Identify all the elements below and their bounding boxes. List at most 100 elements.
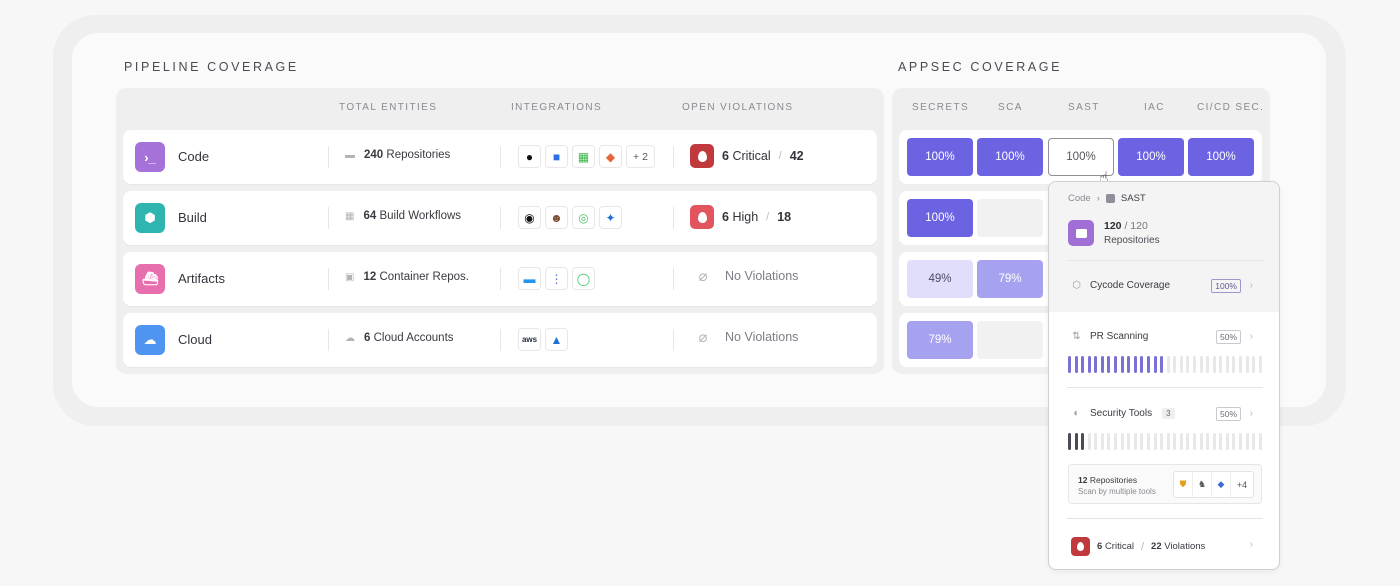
pipeline-row-code[interactable]: ›_ Code ▬ 240 Repositories ● ■ ▦ ◆ + 2 6 Critical… xyxy=(123,130,877,184)
progress-tick xyxy=(1153,356,1157,373)
sast-icon xyxy=(1105,194,1115,203)
open-violations[interactable]: 6 Critical/42 xyxy=(690,144,804,168)
chevron-right-icon[interactable]: › xyxy=(1250,539,1253,550)
divider xyxy=(500,146,501,168)
pipeline-row-cloud[interactable]: ☁ Cloud ☁ 6 Cloud Accounts aws ▲ ⌀ No Violation… xyxy=(123,313,877,367)
more-integrations-button[interactable]: + 2 xyxy=(626,145,655,168)
popover-violations-footer[interactable]: 6 Critical / 22 Violations xyxy=(1071,537,1205,556)
coverage-cell-secrets[interactable]: 79% xyxy=(907,321,973,359)
coverage-cell-sca[interactable]: 79% xyxy=(977,260,1043,298)
appsec-coverage-title: APPSEC COVERAGE xyxy=(898,60,1063,74)
progress-tick xyxy=(1179,356,1183,373)
pr-scanning-progress-bar xyxy=(1068,356,1262,373)
ship-icon: ⛴ xyxy=(135,264,165,294)
circleci-icon[interactable]: ◉ xyxy=(518,206,541,229)
teamcity-icon[interactable]: ◎ xyxy=(572,206,595,229)
pr-scanning-item[interactable]: ⇅ PR Scanning xyxy=(1071,331,1148,342)
chevron-right-icon[interactable]: › xyxy=(1250,331,1253,342)
progress-tick xyxy=(1100,356,1104,373)
repos-total: 120 xyxy=(1130,220,1148,232)
divider xyxy=(328,207,329,229)
total-entities[interactable]: ☁ 6 Cloud Accounts xyxy=(345,332,454,344)
pipeline-coverage-title: PIPELINE COVERAGE xyxy=(124,60,299,74)
cycode-coverage-value: 100% xyxy=(1211,279,1241,293)
open-violations: ⌀ No Violations xyxy=(690,266,798,286)
coverage-cell-iac[interactable]: 100% xyxy=(1118,138,1184,176)
security-tools-value: 50% xyxy=(1215,407,1241,421)
repos-covered: 120 xyxy=(1104,220,1122,232)
chevron-right-icon[interactable]: › xyxy=(1250,280,1253,291)
open-violations[interactable]: 6 High/18 xyxy=(690,205,791,229)
registry-icon[interactable]: ⋮ xyxy=(545,267,568,290)
integrations-list: aws ▲ xyxy=(518,328,568,351)
row-name: Cloud xyxy=(178,332,212,347)
gitea-icon[interactable]: ▦ xyxy=(572,145,595,168)
col-header-secrets: SECRETS xyxy=(912,102,970,113)
progress-tick xyxy=(1127,433,1131,450)
coverage-cell-sca[interactable] xyxy=(977,321,1043,359)
divider xyxy=(1067,518,1263,519)
bitbucket-icon[interactable]: ■ xyxy=(545,145,568,168)
progress-tick xyxy=(1232,433,1236,450)
divider xyxy=(673,207,674,229)
total-entities[interactable]: ▦ 64 Build Workflows xyxy=(345,210,461,222)
pipeline-row-artifacts[interactable]: ⛴ Artifacts ▣ 12 Container Repos. ▬ ⋮ ◯ ⌀ No Vio… xyxy=(123,252,877,306)
progress-tick xyxy=(1120,356,1124,373)
progress-tick xyxy=(1173,433,1177,450)
jenkins-icon[interactable]: ☻ xyxy=(545,206,568,229)
coverage-cell-secrets[interactable]: 100% xyxy=(907,199,973,237)
multi-tool-repos-card[interactable]: 12 Repositories Scan by multiple tools ⛊… xyxy=(1068,464,1262,504)
docker-icon[interactable]: ▬ xyxy=(518,267,541,290)
divider xyxy=(673,268,674,290)
security-tools-item[interactable]: ◐ Security Tools 3 xyxy=(1071,408,1175,419)
row-name: Code xyxy=(178,149,210,164)
divider xyxy=(673,146,674,168)
progress-tick xyxy=(1133,433,1137,450)
tool-shield-icon: ⛊ xyxy=(1174,472,1193,497)
progress-tick xyxy=(1114,356,1118,373)
cycode-coverage-item[interactable]: ⬡ Cycode Coverage xyxy=(1071,280,1170,291)
tool-cube-icon: ◆ xyxy=(1212,472,1231,497)
progress-tick xyxy=(1160,356,1164,373)
col-header-open-violations: OPEN VIOLATIONS xyxy=(682,102,794,113)
azure-pipelines-icon[interactable]: ✦ xyxy=(599,206,622,229)
harbor-icon[interactable]: ◯ xyxy=(572,267,595,290)
chevron-right-icon[interactable]: › xyxy=(1250,408,1253,419)
progress-tick xyxy=(1153,433,1157,450)
pr-scanning-value: 50% xyxy=(1215,330,1241,344)
github-icon[interactable]: ● xyxy=(518,145,541,168)
security-tools-progress-bar xyxy=(1068,433,1262,450)
aws-icon[interactable]: aws xyxy=(518,328,541,351)
progress-tick xyxy=(1081,356,1085,373)
gitlab-icon[interactable]: ◆ xyxy=(599,145,622,168)
pull-request-icon: ⇅ xyxy=(1072,331,1081,342)
coverage-cell-secrets[interactable]: 49% xyxy=(907,260,973,298)
coverage-cell-secrets[interactable]: 100% xyxy=(907,138,973,176)
repos-count: 120 / 120 xyxy=(1104,220,1148,232)
progress-tick xyxy=(1094,356,1098,373)
breadcrumb-code[interactable]: Code xyxy=(1068,193,1091,204)
progress-tick xyxy=(1140,433,1144,450)
progress-tick xyxy=(1173,356,1177,373)
progress-tick xyxy=(1186,433,1190,450)
fire-icon xyxy=(690,205,714,229)
progress-tick xyxy=(1186,356,1190,373)
pipeline-row-build[interactable]: ⬢ Build ▦ 64 Build Workflows ◉ ☻ ◎ ✦ 6 High/18 xyxy=(123,191,877,245)
divider xyxy=(1067,387,1263,388)
azure-icon[interactable]: ▲ xyxy=(545,328,568,351)
divider xyxy=(328,329,329,351)
progress-tick xyxy=(1166,356,1170,373)
progress-tick xyxy=(1252,433,1256,450)
total-entities[interactable]: ▣ 12 Container Repos. xyxy=(345,271,469,283)
progress-tick xyxy=(1179,433,1183,450)
progress-tick xyxy=(1127,356,1131,373)
coverage-cell-sca[interactable] xyxy=(977,199,1043,237)
coverage-cell-sca[interactable]: 100% xyxy=(977,138,1043,176)
progress-tick xyxy=(1219,433,1223,450)
security-tools-label: Security Tools xyxy=(1090,408,1153,419)
terminal-icon: ›_ xyxy=(135,142,165,172)
total-entities[interactable]: ▬ 240 Repositories xyxy=(345,149,450,161)
progress-tick xyxy=(1239,356,1243,373)
coverage-cell-ci-cd-sec[interactable]: 100% xyxy=(1188,138,1254,176)
progress-tick xyxy=(1258,433,1262,450)
